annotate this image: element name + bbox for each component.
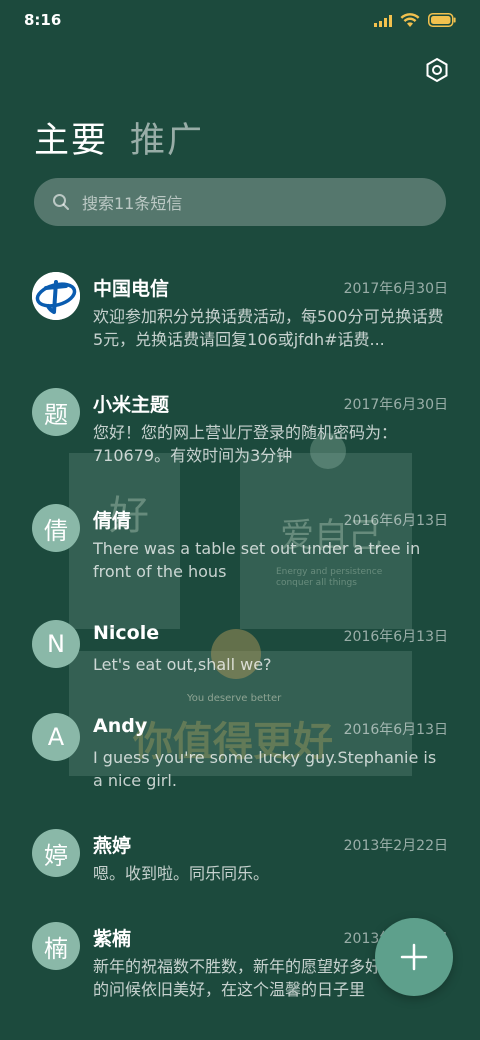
avatar: 楠 xyxy=(32,922,80,970)
signal-icon xyxy=(374,14,392,27)
avatar: N xyxy=(32,620,80,668)
message-item[interactable]: N Nicole 2016年6月13日 Let's eat out,shall … xyxy=(0,610,480,703)
wifi-icon xyxy=(400,12,420,28)
settings-hexagon-icon xyxy=(426,57,448,83)
message-date: 2013年2月22日 xyxy=(343,838,448,854)
battery-icon xyxy=(428,13,456,27)
search-icon xyxy=(53,194,69,210)
tab-bar: 主要 推广 xyxy=(34,112,204,163)
telecom-logo-icon xyxy=(32,272,80,320)
message-preview: 嗯。收到啦。同乐同乐。 xyxy=(93,864,270,883)
message-date: 2017年6月30日 xyxy=(343,397,448,413)
message-date: 2016年6月13日 xyxy=(343,629,448,645)
new-message-button[interactable] xyxy=(375,918,453,996)
plus-icon xyxy=(400,943,428,971)
message-item[interactable]: A Andy 2016年6月13日 I guess you're some lu… xyxy=(0,703,480,819)
sender-name: Nicole xyxy=(93,622,160,644)
message-date: 2016年6月13日 xyxy=(343,722,448,738)
status-time: 8:16 xyxy=(24,11,62,29)
avatar: 倩 xyxy=(32,504,80,552)
tab-primary[interactable]: 主要 xyxy=(34,112,108,163)
settings-button[interactable] xyxy=(422,55,452,85)
message-preview: 欢迎参加积分兑换话费活动，每500分可兑换话费5元，兑换话费请回复106或jfd… xyxy=(93,307,444,349)
message-preview: Let's eat out,shall we? xyxy=(93,655,272,674)
avatar: 题 xyxy=(32,388,80,436)
avatar: A xyxy=(32,713,80,761)
sender-name: 燕婷 xyxy=(93,835,132,857)
message-preview: I guess you're some lucky guy.Stephanie … xyxy=(93,748,437,790)
search-placeholder: 搜索11条短信 xyxy=(82,194,183,213)
sender-name: 小米主题 xyxy=(93,394,170,416)
sender-name: 倩倩 xyxy=(93,510,132,532)
message-date: 2017年6月30日 xyxy=(343,281,448,297)
message-item[interactable]: 中国电信 2017年6月30日 欢迎参加积分兑换话费活动，每500分可兑换话费5… xyxy=(0,262,480,378)
status-icons xyxy=(374,12,456,28)
status-bar: 8:16 xyxy=(0,0,480,40)
tab-promotions[interactable]: 推广 xyxy=(130,112,204,163)
message-preview: There was a table set out under a tree i… xyxy=(93,539,421,581)
message-preview: 您好！您的网上营业厅登录的随机密码为：710679。有效时间为3分钟 xyxy=(93,423,398,465)
telecom-logo-avatar xyxy=(32,272,80,320)
sender-name: 紫楠 xyxy=(93,928,132,950)
message-item[interactable]: 题 小米主题 2017年6月30日 您好！您的网上营业厅登录的随机密码为：710… xyxy=(0,378,480,494)
sender-name: 中国电信 xyxy=(93,278,170,300)
message-item[interactable]: 倩 倩倩 2016年6月13日 There was a table set ou… xyxy=(0,494,480,610)
avatar: 婷 xyxy=(32,829,80,877)
message-item[interactable]: 婷 燕婷 2013年2月22日 嗯。收到啦。同乐同乐。 xyxy=(0,819,480,912)
sender-name: Andy xyxy=(93,715,148,737)
search-input[interactable]: 搜索11条短信 xyxy=(34,178,446,226)
message-date: 2016年6月13日 xyxy=(343,513,448,529)
